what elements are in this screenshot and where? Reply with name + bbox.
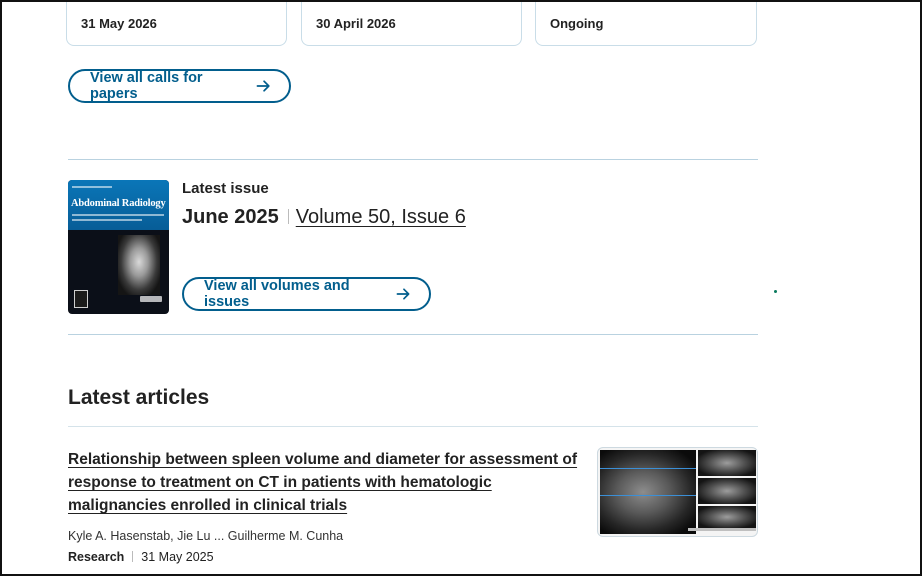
arrow-right-icon [256,80,270,92]
arrow-right-icon [396,288,410,300]
issue-month: June 2025 [182,206,279,228]
cover-scan-image [118,235,160,295]
thumbnail-caption [688,528,756,531]
sar-logo-icon [74,290,88,308]
section-divider [68,426,758,427]
view-all-volumes-label: View all volumes and issues [204,278,350,310]
view-all-volumes-button[interactable]: View all volumes and issues [182,277,431,311]
latest-issue-heading: June 2025 Volume 50, Issue 6 [182,206,466,229]
springer-logo-icon [140,296,162,302]
ct-scan-image [698,478,756,504]
call-card[interactable]: 30 April 2026 [301,2,522,46]
view-all-calls-label: View all calls for papers [90,70,203,102]
article-title-link[interactable]: Relationship between spleen volume and d… [68,448,584,517]
calls-cards: 31 May 2026 30 April 2026 Ongoing [66,2,758,48]
section-divider [68,334,758,335]
section-divider [68,159,758,160]
call-card-date: Ongoing [550,16,604,31]
volume-issue-link[interactable]: Volume 50, Issue 6 [296,206,466,228]
cover-title: Abdominal Radiology [71,198,166,209]
page-frame: 31 May 2026 30 April 2026 Ongoing View a… [0,0,922,576]
meta-separator [132,551,134,562]
call-card-date: 31 May 2026 [81,16,157,31]
ct-scan-image [600,450,696,534]
article-thumbnail[interactable] [597,447,758,537]
latest-articles-heading: Latest articles [68,386,210,409]
article-meta: Research 31 May 2025 [68,550,214,564]
latest-issue-label: Latest issue [182,180,269,197]
call-card[interactable]: 31 May 2026 [66,2,287,46]
article-date: 31 May 2025 [141,550,214,564]
ct-scan-image [698,450,756,476]
decorative-dot [774,290,777,293]
ct-scan-image [698,506,756,528]
issue-separator [287,209,289,224]
view-all-calls-button[interactable]: View all calls for papers [68,69,291,103]
call-card[interactable]: Ongoing [535,2,757,46]
article-type: Research [68,550,125,564]
article-authors: Kyle A. Hasenstab, Jie Lu ... Guilherme … [68,529,344,543]
journal-cover-image[interactable]: Abdominal Radiology [68,180,169,314]
call-card-date: 30 April 2026 [316,16,396,31]
